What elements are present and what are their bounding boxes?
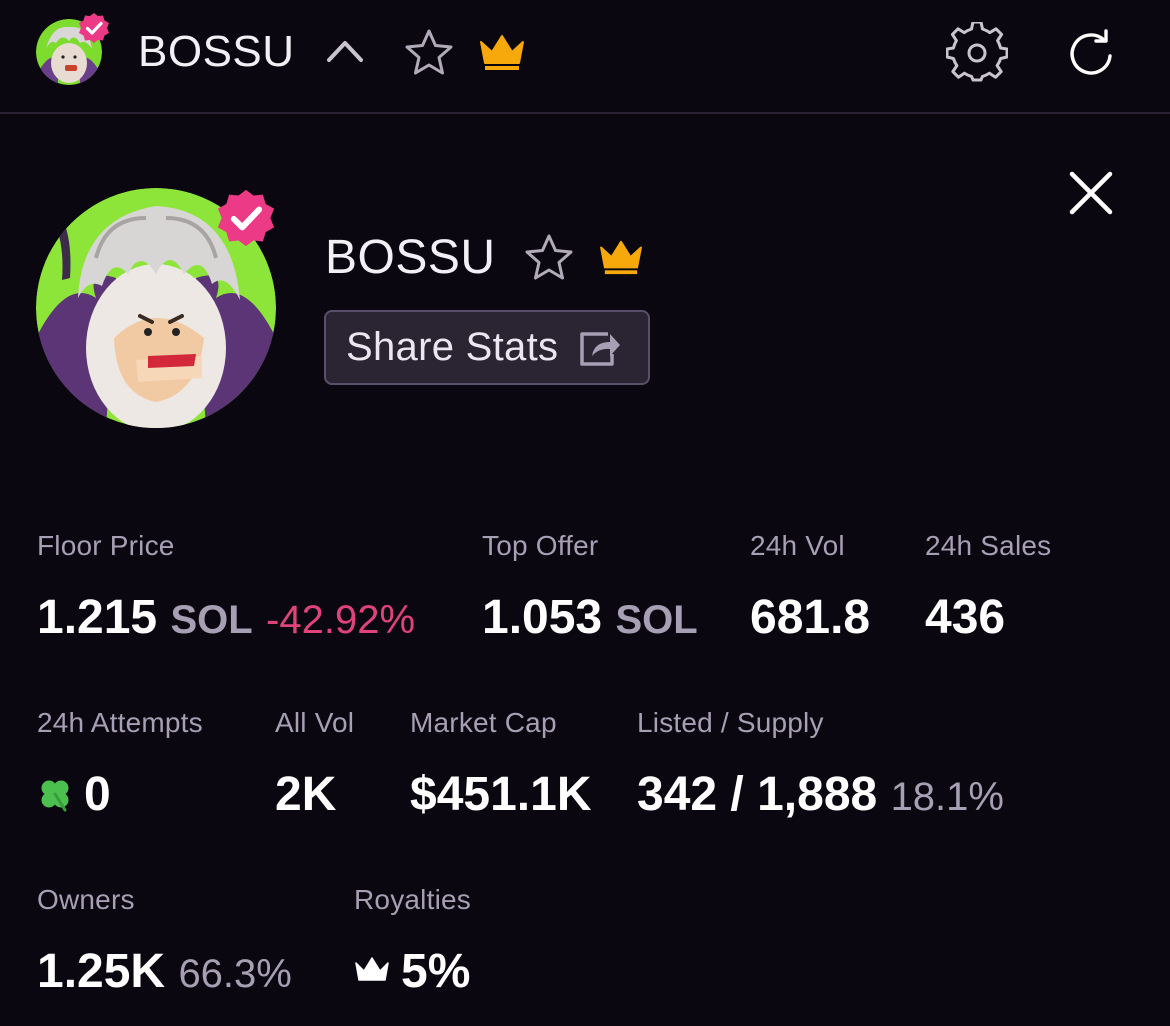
close-icon[interactable] (1066, 168, 1116, 218)
collection-title: BOSSU (325, 231, 496, 284)
floor-price-change: -42.92% (266, 598, 416, 642)
favorite-star-icon[interactable] (403, 27, 455, 79)
market-cap-label: Market Cap (410, 707, 557, 738)
attempts-24h-value: 0 (84, 768, 111, 821)
floor-price-label: Floor Price (37, 530, 175, 561)
top-offer-amount: 1.053 (482, 591, 603, 644)
all-vol-value: 2K (275, 768, 337, 821)
top-bar-divider (0, 112, 1170, 114)
chevron-up-icon[interactable] (324, 32, 366, 70)
attempts-24h-label: 24h Attempts (37, 707, 203, 738)
market-cap-value: $451.1K (410, 768, 592, 821)
sales-24h-value: 436 (925, 591, 1006, 644)
settings-gear-icon[interactable] (945, 20, 1009, 84)
crown-icon (597, 238, 645, 276)
floor-price-unit: SOL (170, 598, 253, 642)
owners-value: 1.25K 66.3% (37, 944, 292, 1002)
all-vol-label: All Vol (275, 707, 355, 738)
favorite-star-icon[interactable] (523, 232, 575, 284)
owners-label: Owners (37, 884, 135, 915)
listed-supply-label: Listed / Supply (637, 707, 824, 738)
share-stats-button[interactable]: Share Stats (324, 310, 650, 385)
listed-supply-percent: 18.1% (890, 775, 1004, 819)
verified-badge-icon (78, 12, 110, 44)
top-offer-value: 1.053 SOL (482, 590, 698, 648)
sales-24h-label: 24h Sales (925, 530, 1052, 561)
listed-supply-count: 342 / 1,888 (637, 768, 878, 821)
royalties-label: Royalties (354, 884, 471, 915)
refresh-icon[interactable] (1064, 26, 1120, 82)
top-offer-unit: SOL (615, 598, 698, 642)
share-stats-label: Share Stats (346, 325, 559, 369)
owners-percent: 66.3% (178, 952, 292, 996)
floor-price-value: 1.215 SOL -42.92% (37, 590, 415, 648)
owners-count: 1.25K (37, 945, 166, 998)
clover-icon (37, 776, 73, 812)
verified-badge-icon (216, 188, 276, 248)
crown-icon (354, 955, 390, 987)
listed-supply-value: 342 / 1,888 18.1% (637, 767, 1004, 825)
vol-24h-label: 24h Vol (750, 530, 845, 561)
top-offer-label: Top Offer (482, 530, 599, 561)
collection-title-top: BOSSU (138, 27, 295, 76)
top-bar: BOSSU (0, 0, 1170, 112)
crown-icon (478, 32, 526, 72)
vol-24h-value: 681.8 (750, 591, 871, 644)
share-icon (578, 328, 622, 368)
floor-price-amount: 1.215 (37, 591, 158, 644)
royalties-value: 5% (401, 945, 471, 998)
